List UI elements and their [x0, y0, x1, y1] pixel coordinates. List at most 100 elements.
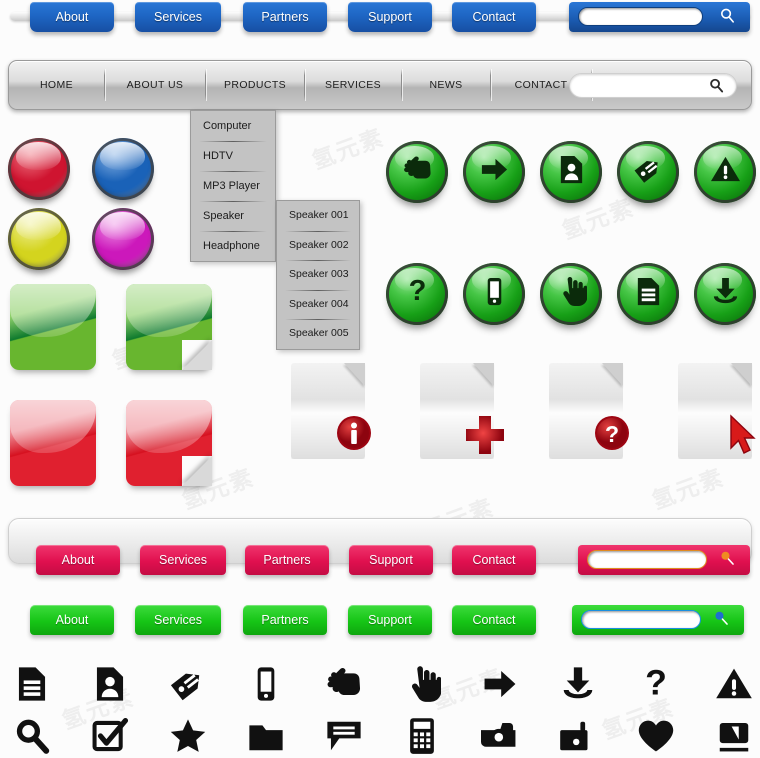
folder-icon[interactable]: [242, 712, 290, 758]
red-sticker-curl[interactable]: [126, 400, 212, 486]
watermark: 氢元素: [648, 463, 729, 515]
page-corner-fold: [473, 363, 494, 386]
gray-nav-item-services[interactable]: SERVICES: [305, 60, 401, 110]
gray-nav-item-news[interactable]: NEWS: [402, 60, 490, 110]
search-input[interactable]: [578, 7, 703, 26]
monitor-icon[interactable]: [710, 712, 758, 758]
submenu-item-speaker-003[interactable]: Speaker 003: [277, 260, 359, 290]
nav-tab-contact[interactable]: Contact: [452, 545, 536, 581]
document-icon[interactable]: [8, 660, 56, 708]
download-icon[interactable]: [554, 660, 602, 708]
submenu-item-speaker-002[interactable]: Speaker 002: [277, 230, 359, 261]
nav-tab-partners[interactable]: Partners: [243, 2, 327, 37]
dropdown-menu-products[interactable]: Computer HDTV MP3 Player Speaker Headphone: [190, 110, 276, 262]
nav-tab-services[interactable]: Services: [135, 2, 221, 37]
nav-tab-partners[interactable]: Partners: [245, 545, 329, 581]
search-input[interactable]: [580, 77, 715, 95]
nav-tab-about[interactable]: About: [30, 605, 114, 641]
green-button-document[interactable]: [617, 263, 679, 325]
green-button-warning[interactable]: [694, 141, 756, 203]
green-button-profile[interactable]: [540, 141, 602, 203]
comment-icon[interactable]: [320, 712, 368, 758]
search-input[interactable]: [581, 610, 701, 629]
heart-icon[interactable]: [632, 712, 680, 758]
tag-icon[interactable]: [164, 660, 212, 708]
warning-icon[interactable]: [710, 660, 758, 708]
watermark: 氢元素: [308, 123, 389, 175]
gray-nav-item-about-us[interactable]: ABOUT US: [105, 60, 205, 110]
search-icon[interactable]: [718, 549, 736, 572]
pointer-hand-icon[interactable]: [398, 660, 446, 708]
search-icon[interactable]: [8, 712, 56, 758]
mobile-icon[interactable]: [242, 660, 290, 708]
video-camera-icon[interactable]: [554, 712, 602, 758]
nav-tab-partners[interactable]: Partners: [243, 605, 327, 641]
document-icon: [633, 276, 664, 312]
page-badge-question: ?: [592, 413, 632, 453]
hand-point-left-icon: [402, 154, 433, 190]
hand-point-left-icon[interactable]: [320, 660, 368, 708]
nav-tab-services[interactable]: Services: [140, 545, 226, 581]
search-icon[interactable]: [708, 77, 725, 99]
star-icon[interactable]: [164, 712, 212, 758]
gray-nav-item-home[interactable]: HOME: [9, 60, 104, 110]
green-button-tag[interactable]: [617, 141, 679, 203]
nav-tab-support[interactable]: Support: [349, 545, 433, 581]
menu-item-speaker[interactable]: Speaker: [191, 201, 275, 231]
nav-tab-about[interactable]: About: [36, 545, 120, 581]
page-corner-fold: [731, 363, 752, 386]
green-button-download[interactable]: [694, 263, 756, 325]
page-add-icon[interactable]: [420, 363, 504, 459]
search-icon[interactable]: [712, 609, 730, 632]
user-page-icon[interactable]: [86, 660, 134, 708]
menu-item-hdtv[interactable]: HDTV: [191, 141, 275, 171]
menu-item-computer[interactable]: Computer: [191, 111, 275, 141]
question-icon[interactable]: ?: [632, 660, 680, 708]
checkbox-icon[interactable]: [86, 712, 134, 758]
nav-tab-support[interactable]: Support: [348, 2, 432, 37]
sticker-gloss: [126, 284, 212, 338]
blue-sphere[interactable]: [92, 138, 154, 200]
green-search-box[interactable]: [572, 605, 744, 635]
green-button-hand[interactable]: [386, 141, 448, 203]
magenta-sphere[interactable]: [92, 208, 154, 270]
menu-item-headphone[interactable]: Headphone: [191, 231, 275, 261]
nav-tab-about[interactable]: About: [30, 2, 114, 37]
nav-tab-services[interactable]: Services: [135, 605, 221, 641]
page-select-icon[interactable]: [678, 363, 756, 459]
green-button-mobile[interactable]: [463, 263, 525, 325]
green-sticker[interactable]: [10, 284, 96, 370]
yellow-sphere[interactable]: [8, 208, 70, 270]
search-icon[interactable]: [719, 7, 736, 29]
page-info-icon[interactable]: [291, 363, 371, 459]
svg-text:?: ?: [645, 665, 667, 703]
arrow-right-icon[interactable]: [476, 660, 524, 708]
nav-tab-contact[interactable]: Contact: [452, 2, 536, 37]
nav-tab-contact[interactable]: Contact: [452, 605, 536, 641]
blue-search-box[interactable]: [569, 2, 750, 32]
green-sticker-curl[interactable]: [126, 284, 212, 370]
search-input[interactable]: [587, 550, 707, 569]
pink-nav-bar: About Services Partners Support Contact: [0, 518, 760, 581]
menu-item-mp3-player[interactable]: MP3 Player: [191, 171, 275, 201]
camera-icon[interactable]: [476, 712, 524, 758]
page-help-icon[interactable]: ?: [549, 363, 629, 459]
green-button-help[interactable]: ?: [386, 263, 448, 325]
sticker-body: [10, 284, 96, 370]
green-button-next[interactable]: [463, 141, 525, 203]
pink-search-box[interactable]: [578, 545, 750, 575]
submenu-item-speaker-005[interactable]: Speaker 005: [277, 319, 359, 349]
submenu-item-speaker-004[interactable]: Speaker 004: [277, 289, 359, 320]
gray-search-box[interactable]: [569, 73, 737, 98]
mobile-icon: [479, 276, 510, 312]
calculator-icon[interactable]: [398, 712, 446, 758]
page-badge-cursor: [721, 413, 760, 454]
dropdown-submenu-speakers[interactable]: Speaker 001 Speaker 002 Speaker 003 Speaker…: [276, 200, 360, 350]
submenu-item-speaker-001[interactable]: Speaker 001: [277, 201, 359, 231]
nav-tab-support[interactable]: Support: [348, 605, 432, 641]
gray-nav-item-products[interactable]: PRODUCTS: [206, 60, 304, 110]
green-button-click[interactable]: [540, 263, 602, 325]
red-sticker[interactable]: [10, 400, 96, 486]
gray-nav-items: HOME ABOUT US PRODUCTS SERVICES NEWS CONTACT: [9, 60, 592, 110]
red-sphere[interactable]: [8, 138, 70, 200]
